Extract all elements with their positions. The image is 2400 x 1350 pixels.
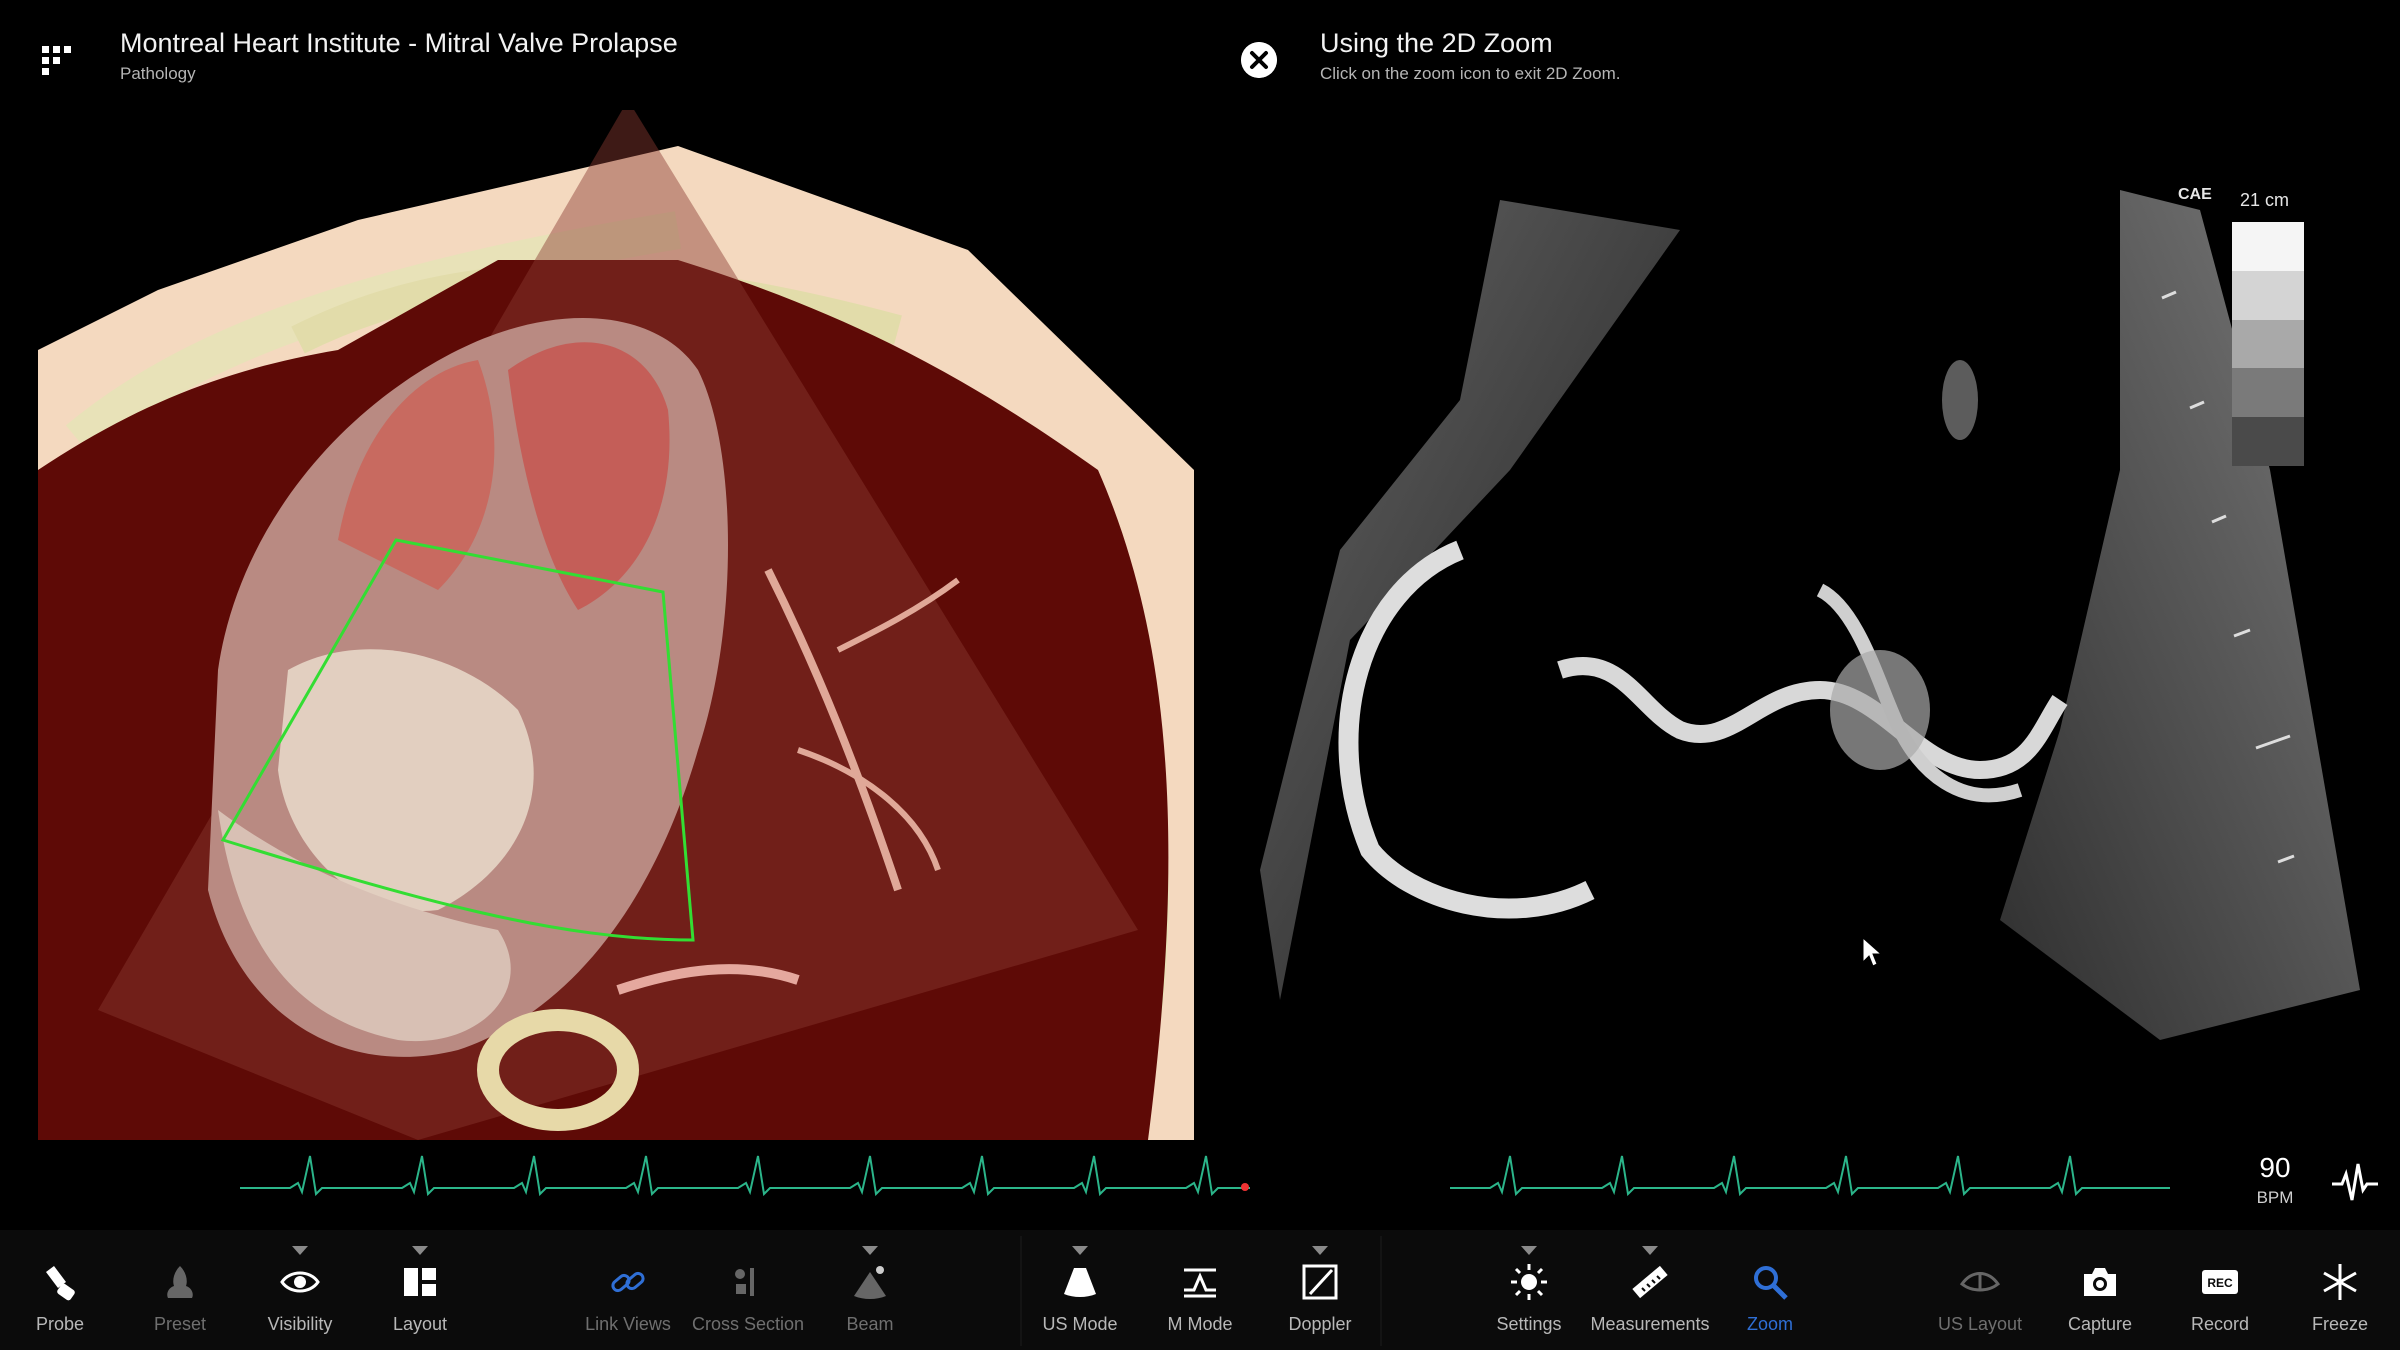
- measurements-button[interactable]: Measurements: [1590, 1262, 1710, 1335]
- probe-icon: [46, 1266, 75, 1301]
- ecg-pulse-icon[interactable]: [2330, 1160, 2380, 1206]
- apps-grid-icon[interactable]: [40, 40, 80, 80]
- heart-anatomy-render: [38, 110, 1194, 1140]
- link-icon: [611, 1271, 645, 1293]
- layout-dropdown-caret[interactable]: [412, 1246, 428, 1255]
- hint-title: Using the 2D Zoom: [1320, 28, 1553, 58]
- rec-icon: REC: [2202, 1270, 2238, 1294]
- us-layout-button[interactable]: US Layout: [1920, 1262, 2040, 1335]
- zoom-magnifier-icon: [1754, 1266, 1788, 1300]
- preset-button[interactable]: Preset: [120, 1262, 240, 1335]
- us-mode-dropdown-caret[interactable]: [1072, 1246, 1088, 1255]
- bpm-unit: BPM: [2256, 1188, 2294, 1207]
- measurements-dropdown-caret[interactable]: [1642, 1246, 1658, 1255]
- cross-section-button[interactable]: Cross Section: [688, 1262, 808, 1335]
- zoom-button[interactable]: Zoom: [1710, 1262, 1830, 1335]
- camera-icon: [2084, 1268, 2116, 1296]
- record-button[interactable]: REC Record: [2160, 1262, 2280, 1335]
- beam-dropdown-caret[interactable]: [862, 1246, 878, 1255]
- grayscale-bar: [2232, 222, 2304, 466]
- page-subtitle: Pathology: [120, 64, 196, 83]
- ecg-trace-left: [240, 1155, 1250, 1197]
- layout-icon: [404, 1268, 436, 1296]
- echo-image: [1260, 190, 2360, 1040]
- hint-text: Click on the zoom icon to exit 2D Zoom.: [1320, 64, 1621, 83]
- doppler-dropdown-caret[interactable]: [1312, 1246, 1328, 1255]
- doppler-button[interactable]: Doppler: [1260, 1262, 1380, 1335]
- ecg-trace-right: [1450, 1155, 2170, 1197]
- cae-logo: CAE: [2178, 186, 2212, 203]
- probe-button[interactable]: Probe: [0, 1262, 120, 1335]
- settings-dropdown-caret[interactable]: [1521, 1246, 1537, 1255]
- beam-button[interactable]: Beam: [810, 1262, 930, 1335]
- capture-button[interactable]: Capture: [2040, 1262, 2160, 1335]
- snowflake-icon: [2323, 1264, 2357, 1300]
- preset-icon: [167, 1266, 193, 1298]
- link-views-button[interactable]: Link Views: [568, 1262, 688, 1335]
- svg-text:REC: REC: [2207, 1276, 2233, 1290]
- us-layout-icon: [1960, 1272, 2000, 1292]
- us-mode-button[interactable]: US Mode: [1020, 1262, 1140, 1335]
- us-mode-icon: [1064, 1268, 1096, 1297]
- ultrasound-2d-zoom-view[interactable]: [1260, 170, 2360, 1070]
- 3d-heart-view[interactable]: [38, 110, 1194, 1140]
- m-mode-button[interactable]: M Mode: [1140, 1262, 1260, 1335]
- ruler-icon: [1632, 1265, 1668, 1299]
- bpm-value: 90: [2259, 1152, 2291, 1183]
- page-title: Montreal Heart Institute - Mitral Valve …: [120, 28, 678, 58]
- freeze-button[interactable]: Freeze: [2280, 1262, 2400, 1335]
- cross-section-icon: [735, 1268, 754, 1296]
- m-mode-icon: [1184, 1268, 1216, 1298]
- visibility-dropdown-caret[interactable]: [292, 1246, 308, 1255]
- visibility-button[interactable]: Visibility: [240, 1262, 360, 1335]
- close-icon[interactable]: [1241, 42, 1277, 78]
- layout-button[interactable]: Layout: [360, 1262, 480, 1335]
- depth-label: 21 cm: [2240, 190, 2290, 210]
- beam-icon: [854, 1266, 886, 1299]
- eye-icon: [280, 1271, 320, 1293]
- sun-settings-icon: [1511, 1264, 1547, 1300]
- settings-button[interactable]: Settings: [1469, 1262, 1589, 1335]
- doppler-icon: [1302, 1264, 1338, 1300]
